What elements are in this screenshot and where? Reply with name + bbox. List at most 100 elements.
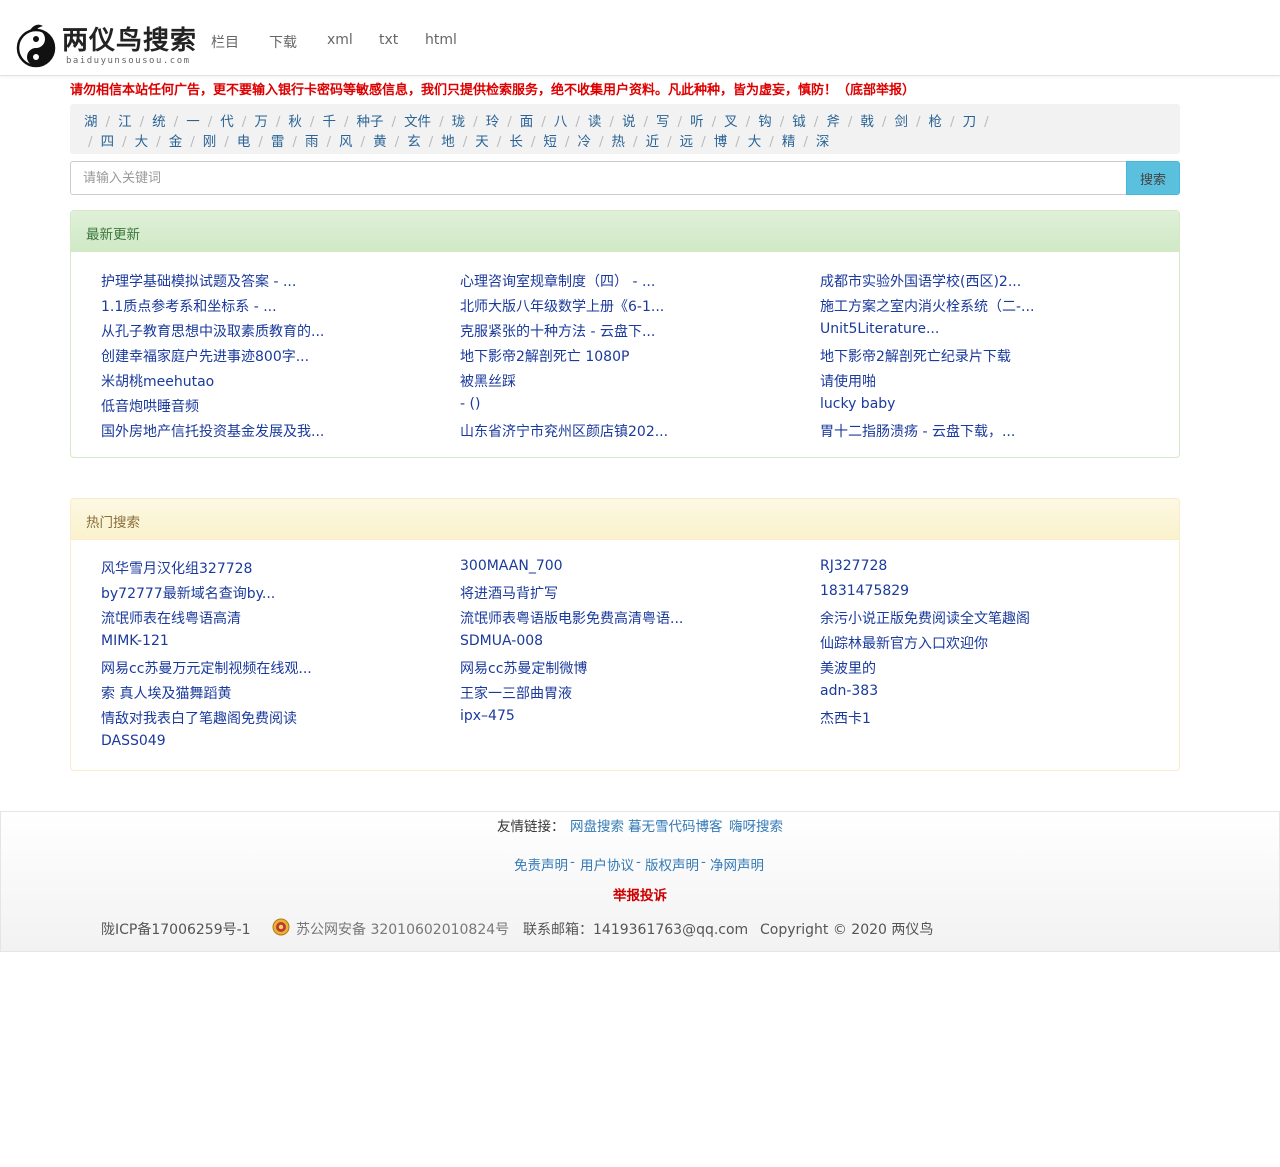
latest-update-link[interactable]: 创建幸福家庭户先进事迹800字...	[101, 346, 309, 366]
keyword-tag[interactable]: 说	[622, 112, 636, 132]
keyword-tag[interactable]: 四	[101, 132, 115, 152]
latest-update-link[interactable]: 请使用啪	[820, 371, 876, 391]
keyword-tag[interactable]: 斧	[826, 112, 840, 132]
keyword-tag[interactable]: 钩	[758, 112, 772, 132]
hot-search-link[interactable]: 索 真人埃及猫舞蹈黄	[101, 683, 231, 703]
latest-update-link[interactable]: - ()	[460, 396, 480, 412]
keyword-tag[interactable]: 面	[520, 112, 534, 132]
keyword-tag[interactable]: 金	[169, 132, 183, 152]
hot-search-link[interactable]: adn-383	[820, 683, 878, 699]
hot-search-link[interactable]: 情敌对我表白了笔趣阁免费阅读	[101, 708, 297, 728]
keyword-tag[interactable]: 写	[656, 112, 670, 132]
keyword-tag[interactable]: 风	[339, 132, 353, 152]
hot-search-link[interactable]: 网易cc苏曼定制微博	[460, 658, 587, 678]
keyword-tag[interactable]: 冷	[577, 132, 591, 152]
user-agreement-link[interactable]: 用户协议	[580, 854, 634, 874]
keyword-tag[interactable]: 玲	[486, 112, 500, 132]
latest-update-link[interactable]: 米胡桃meehutao	[101, 371, 214, 391]
keyword-tag[interactable]: 代	[220, 112, 234, 132]
search-input[interactable]	[70, 161, 1127, 195]
latest-update-link[interactable]: 成都市实验外国语学校(西区)2...	[820, 271, 1021, 291]
keyword-tag[interactable]: 近	[646, 132, 660, 152]
keyword-tag[interactable]: 湖	[84, 112, 98, 132]
keyword-tag[interactable]: 雷	[271, 132, 285, 152]
keyword-tag[interactable]: 短	[543, 132, 557, 152]
hot-search-link[interactable]: 风华雪月汉化组327728	[101, 558, 252, 578]
keyword-tag[interactable]: 万	[254, 112, 268, 132]
hot-search-link[interactable]: 美波里的	[820, 658, 876, 678]
keyword-tag[interactable]: 八	[554, 112, 568, 132]
nav-link-html[interactable]: html	[425, 32, 457, 48]
keyword-tag[interactable]: 玄	[407, 132, 421, 152]
keyword-tag[interactable]: 黄	[373, 132, 387, 152]
keyword-tag[interactable]: 江	[118, 112, 132, 132]
friend-link-haiya-search[interactable]: 嗨呀搜索	[729, 815, 783, 835]
disclaimer-link[interactable]: 免责声明	[514, 854, 568, 874]
keyword-tag[interactable]: 远	[680, 132, 694, 152]
latest-update-link[interactable]: Unit5Literature...	[820, 321, 939, 337]
latest-update-link[interactable]: 1.1质点参考系和坐标系 - ...	[101, 296, 277, 316]
hot-search-link[interactable]: RJ327728	[820, 558, 887, 574]
hot-search-link[interactable]: 网易cc苏曼万元定制视频在线观...	[101, 658, 312, 678]
keyword-tag[interactable]: 千	[322, 112, 336, 132]
latest-update-link[interactable]: 山东省济宁市兖州区颜店镇202...	[460, 421, 668, 441]
latest-update-link[interactable]: 地下影帝2解剖死亡纪录片下载	[820, 346, 1011, 366]
latest-update-link[interactable]: 胃十二指肠溃疡 - 云盘下载，...	[820, 421, 1015, 441]
latest-update-link[interactable]: 地下影帝2解剖死亡 1080P	[460, 346, 629, 366]
keyword-tag[interactable]: 天	[475, 132, 489, 152]
police-record[interactable]: 苏公网安备 32010602010824号	[296, 919, 509, 939]
latest-update-link[interactable]: 从孔子教育思想中汲取素质教育的...	[101, 321, 324, 341]
report-complaint-link[interactable]: 举报投诉	[613, 884, 667, 904]
keyword-tag[interactable]: 深	[816, 132, 830, 152]
latest-update-link[interactable]: lucky baby	[820, 396, 895, 412]
clean-net-statement-link[interactable]: 净网声明	[710, 854, 764, 874]
copyright-statement-link[interactable]: 版权声明	[645, 854, 699, 874]
latest-update-link[interactable]: 被黑丝踩	[460, 371, 516, 391]
keyword-tag[interactable]: 电	[237, 132, 251, 152]
nav-link-download[interactable]: 下载	[269, 32, 297, 52]
keyword-tag[interactable]: 一	[186, 112, 200, 132]
keyword-tag[interactable]: 精	[782, 132, 796, 152]
keyword-tag[interactable]: 叉	[724, 112, 738, 132]
keyword-tag[interactable]: 读	[588, 112, 602, 132]
icp-license[interactable]: 陇ICP备17006259号-1	[101, 919, 251, 939]
keyword-tag[interactable]: 戟	[860, 112, 874, 132]
keyword-tag[interactable]: 热	[612, 132, 626, 152]
keyword-tag[interactable]: 地	[441, 132, 455, 152]
latest-update-link[interactable]: 低音炮哄睡音频	[101, 396, 199, 416]
friend-link-pan-search[interactable]: 网盘搜索	[570, 815, 624, 835]
nav-link-column[interactable]: 栏目	[211, 32, 239, 52]
hot-search-link[interactable]: ipx–475	[460, 708, 515, 724]
hot-search-link[interactable]: 1831475829	[820, 583, 909, 599]
keyword-tag[interactable]: 枪	[929, 112, 943, 132]
keyword-tag[interactable]: 种子	[357, 112, 384, 132]
latest-update-link[interactable]: 护理学基础模拟试题及答案 - ...	[101, 271, 296, 291]
keyword-tag[interactable]: 剑	[894, 112, 908, 132]
keyword-tag[interactable]: 珑	[452, 112, 466, 132]
latest-update-link[interactable]: 克服紧张的十种方法 - 云盘下...	[460, 321, 655, 341]
hot-search-link[interactable]: 杰西卡1	[820, 708, 871, 728]
hot-search-link[interactable]: MIMK-121	[101, 633, 169, 649]
keyword-tag[interactable]: 统	[152, 112, 166, 132]
keyword-tag[interactable]: 刀	[963, 112, 977, 132]
hot-search-link[interactable]: SDMUA-008	[460, 633, 543, 649]
hot-search-link[interactable]: by72777最新域名查询by...	[101, 583, 275, 603]
hot-search-link[interactable]: 流氓师表在线粤语高清	[101, 608, 241, 628]
hot-search-link[interactable]: 流氓师表粤语版电影免费高清粤语...	[460, 608, 683, 628]
keyword-tag[interactable]: 大	[748, 132, 762, 152]
hot-search-link[interactable]: DASS049	[101, 733, 166, 749]
hot-search-link[interactable]: 仙踪林最新官方入口欢迎你	[820, 633, 988, 653]
latest-update-link[interactable]: 心理咨询室规章制度（四） - ...	[460, 271, 655, 291]
keyword-tag[interactable]: 雨	[305, 132, 319, 152]
keyword-tag[interactable]: 刚	[203, 132, 217, 152]
keyword-tag[interactable]: 文件	[404, 112, 431, 132]
latest-update-link[interactable]: 北师大版八年级数学上册《6-1...	[460, 296, 664, 316]
keyword-tag[interactable]: 听	[690, 112, 704, 132]
hot-search-link[interactable]: 余污小说正版免费阅读全文笔趣阁	[820, 608, 1030, 628]
latest-update-link[interactable]: 国外房地产信托投资基金发展及我...	[101, 421, 324, 441]
keyword-tag[interactable]: 大	[135, 132, 149, 152]
nav-link-xml[interactable]: xml	[327, 32, 353, 48]
keyword-tag[interactable]: 长	[509, 132, 523, 152]
search-button[interactable]: 搜索	[1126, 161, 1180, 195]
keyword-tag[interactable]: 博	[714, 132, 728, 152]
